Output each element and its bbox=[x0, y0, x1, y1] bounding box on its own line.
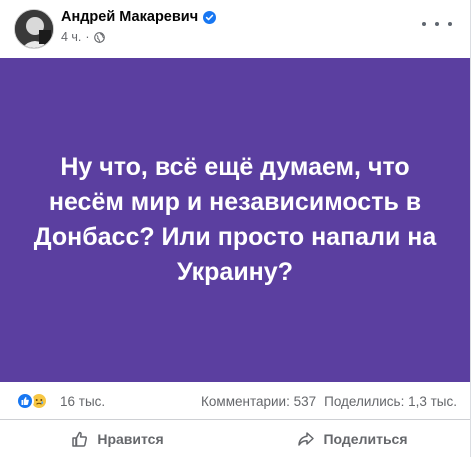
share-button-label: Поделиться bbox=[323, 431, 408, 447]
reaction-icons[interactable] bbox=[16, 392, 54, 412]
post-header: Андрей Макаревич 4 ч. · bbox=[0, 0, 470, 58]
author-name[interactable]: Андрей Макаревич bbox=[61, 9, 198, 25]
share-button[interactable]: Поделиться bbox=[235, 421, 470, 457]
post-stats: Комментарии: 537 Поделились: 1,3 тыс. bbox=[201, 394, 457, 409]
author-row: Андрей Макаревич bbox=[61, 9, 217, 25]
reactions-bar: 16 тыс. Комментарии: 537 Поделились: 1,3… bbox=[0, 382, 470, 420]
thumbs-up-icon bbox=[72, 431, 88, 447]
like-icon bbox=[16, 392, 34, 410]
shares-count[interactable]: Поделились: 1,3 тыс. bbox=[324, 394, 457, 409]
globe-icon[interactable] bbox=[93, 31, 105, 43]
like-button-label: Нравится bbox=[97, 431, 164, 447]
post-time[interactable]: 4 ч. bbox=[61, 30, 81, 44]
more-dot-icon bbox=[422, 22, 426, 26]
share-arrow-icon bbox=[298, 432, 315, 446]
post-meta: 4 ч. · bbox=[61, 30, 105, 44]
post-actions: Нравится Поделиться bbox=[0, 421, 470, 457]
reaction-count[interactable]: 16 тыс. bbox=[60, 394, 105, 409]
post-text: Ну что, всё ещё думаем, что несём мир и … bbox=[33, 153, 437, 286]
meta-separator: · bbox=[85, 30, 90, 44]
more-options-button[interactable] bbox=[422, 14, 452, 34]
author-avatar[interactable] bbox=[14, 9, 54, 49]
comments-count[interactable]: Комментарии: 537 bbox=[201, 394, 316, 409]
more-dot-icon bbox=[448, 22, 452, 26]
like-button[interactable]: Нравится bbox=[0, 421, 235, 457]
more-dot-icon bbox=[435, 22, 439, 26]
post-text-background: Ну что, всё ещё думаем, что несём мир и … bbox=[0, 58, 470, 382]
post-card: Андрей Макаревич 4 ч. · Ну что, всё ещё … bbox=[0, 0, 471, 457]
verified-badge-icon bbox=[203, 10, 217, 24]
